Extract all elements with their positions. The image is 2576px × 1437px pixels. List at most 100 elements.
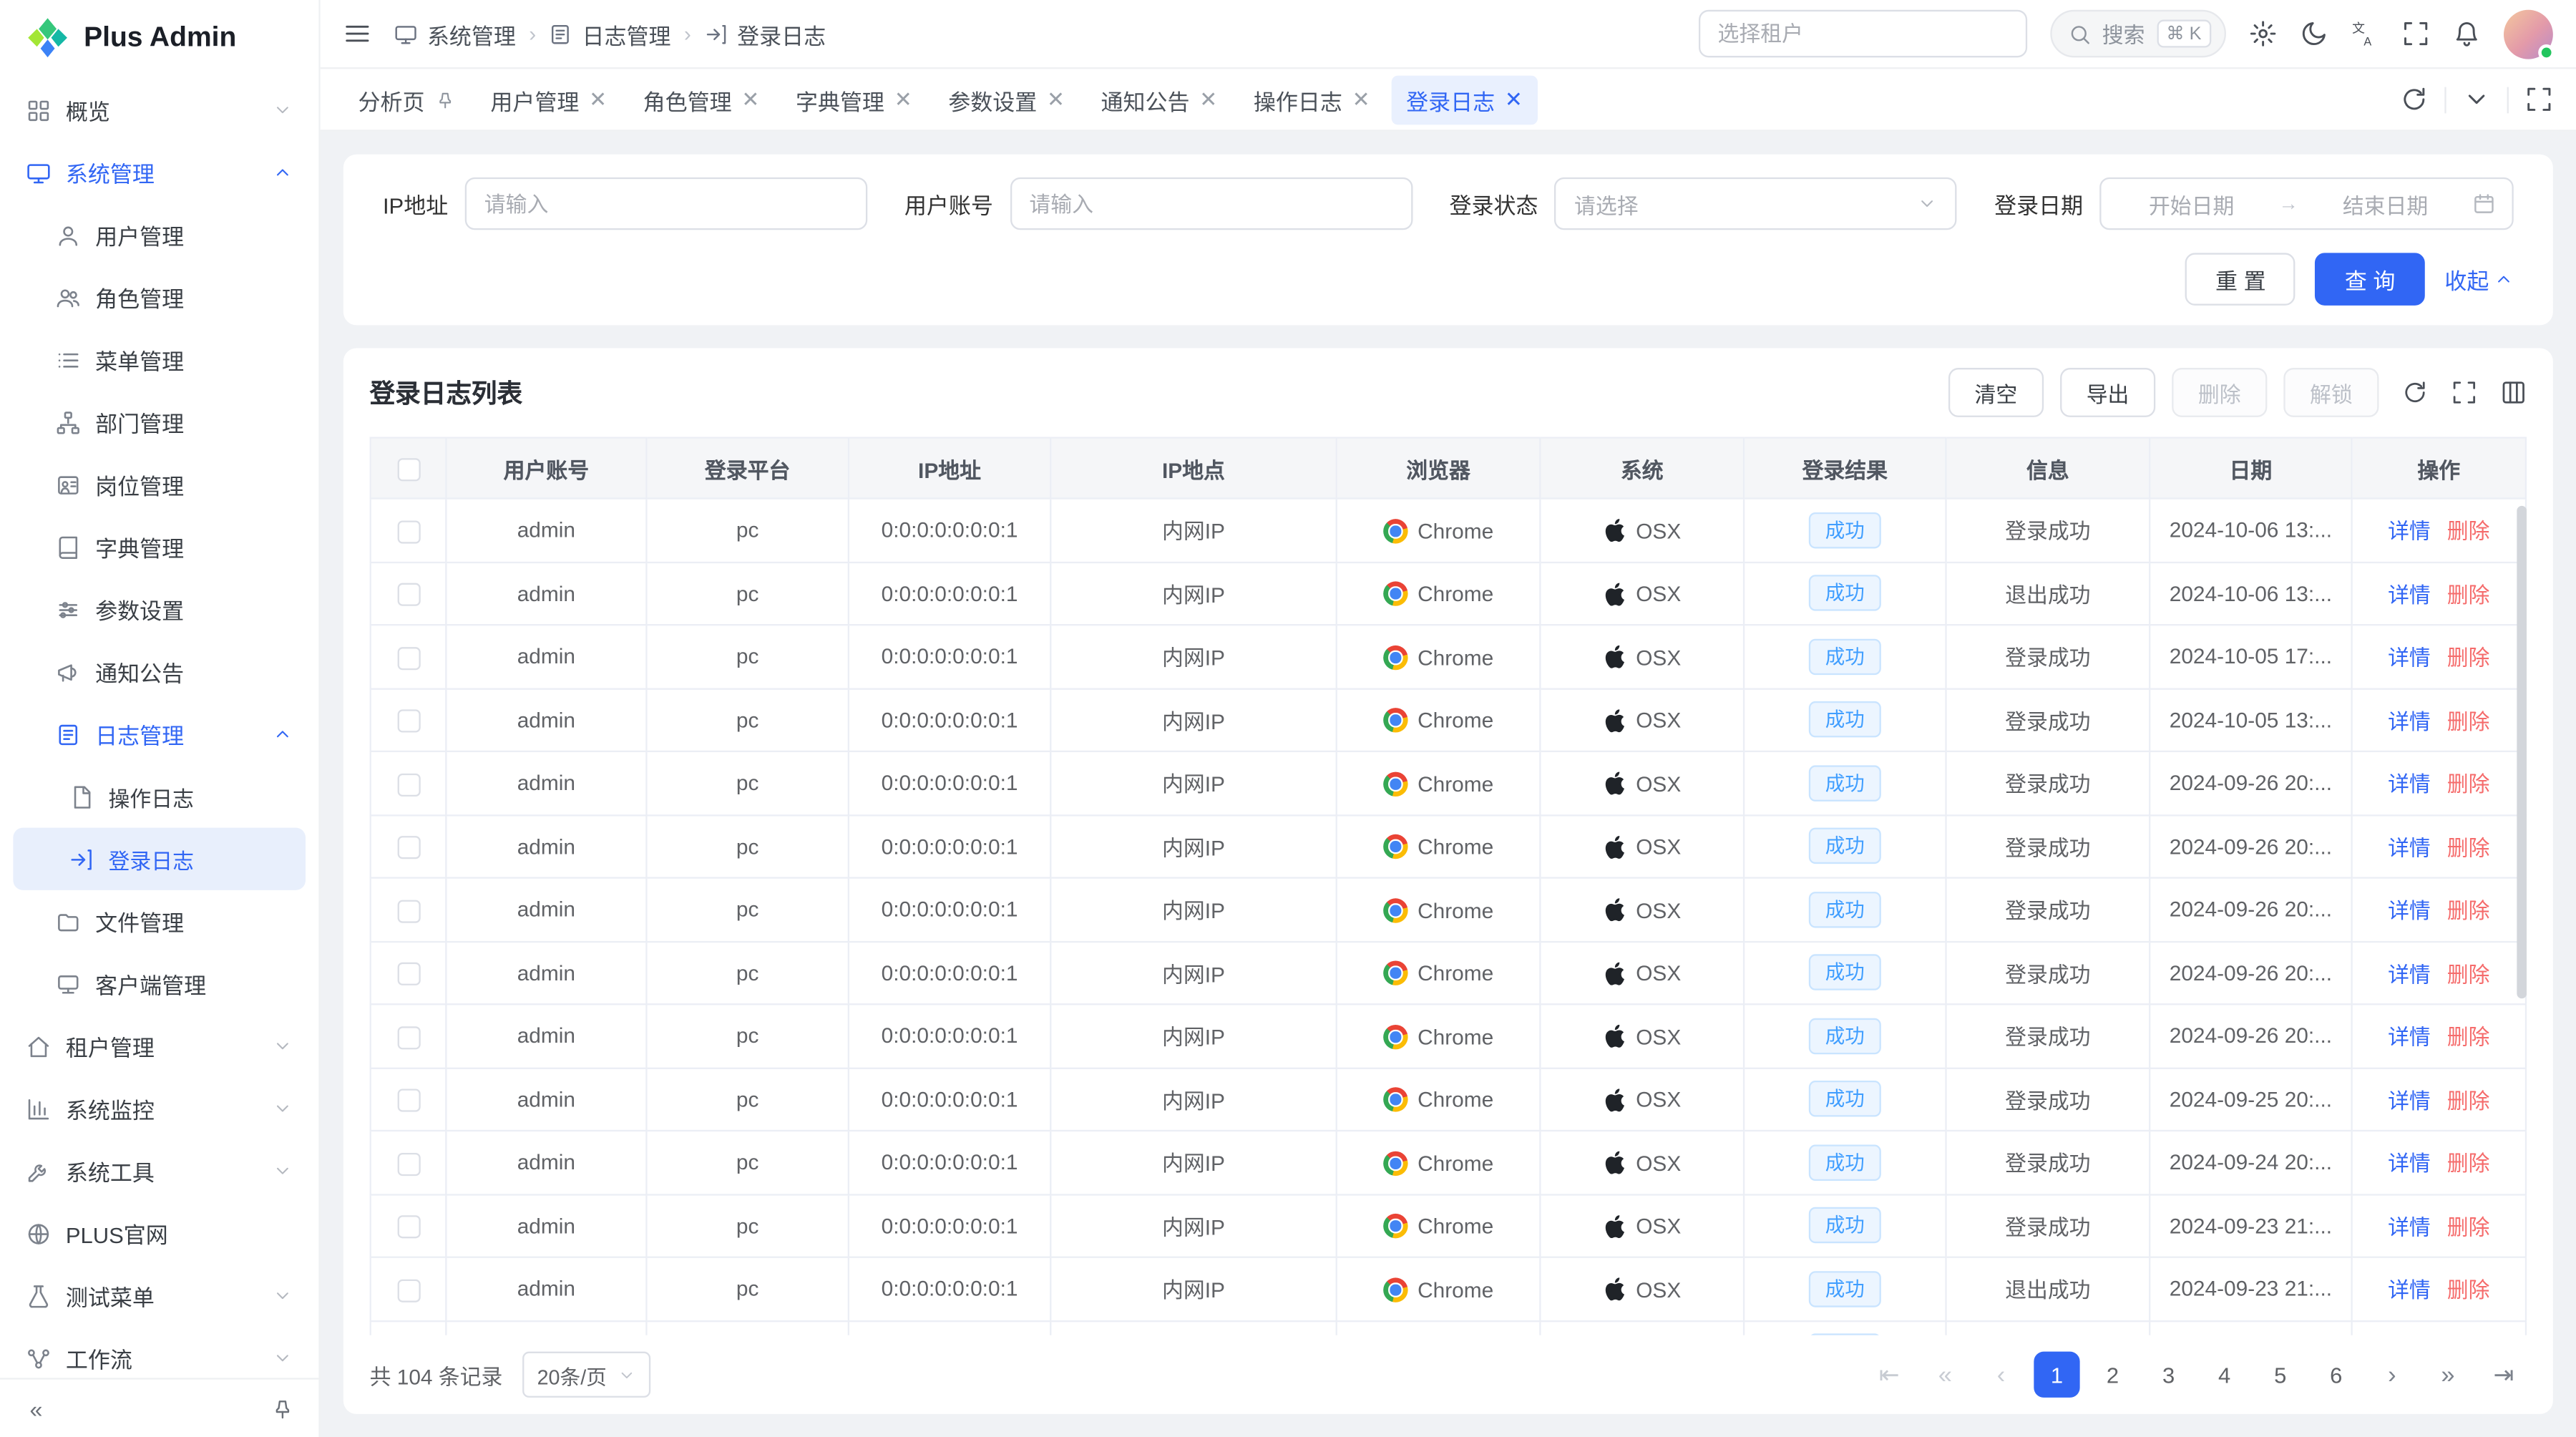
last-page-button[interactable]: ⇥: [2481, 1352, 2527, 1398]
row-checkbox[interactable]: [396, 773, 419, 796]
next-page-button[interactable]: ›: [2369, 1352, 2415, 1398]
close-tab-icon[interactable]: ✕: [1199, 89, 1217, 110]
settings-gear-icon[interactable]: [2249, 20, 2277, 48]
reset-button[interactable]: 重 置: [2186, 253, 2296, 305]
delete-link[interactable]: 删除: [2447, 1278, 2490, 1302]
sidebar-item-system[interactable]: 系统管理: [13, 141, 306, 203]
sidebar-item-notice[interactable]: 通知公告: [13, 640, 306, 703]
date-range-picker[interactable]: 开始日期 → 结束日期: [2099, 177, 2514, 230]
row-checkbox[interactable]: [396, 1215, 419, 1238]
collapse-sidebar-button[interactable]: «: [20, 1392, 53, 1425]
delete-link[interactable]: 删除: [2447, 709, 2490, 734]
row-checkbox[interactable]: [396, 1089, 419, 1112]
status-select[interactable]: 请选择: [1554, 177, 1956, 230]
query-button[interactable]: 查 询: [2315, 253, 2424, 305]
page-button-6[interactable]: 6: [2313, 1352, 2359, 1398]
row-checkbox[interactable]: [396, 646, 419, 669]
delete-link[interactable]: 删除: [2447, 1088, 2490, 1113]
row-checkbox[interactable]: [396, 1152, 419, 1175]
sidebar-item-role[interactable]: 角色管理: [13, 266, 306, 328]
detail-link[interactable]: 详情: [2388, 1151, 2431, 1176]
detail-link[interactable]: 详情: [2388, 520, 2431, 544]
global-search-button[interactable]: 搜索 ⌘ K: [2049, 10, 2226, 58]
vertical-scrollbar[interactable]: [2517, 506, 2527, 998]
sidebar-item-param[interactable]: 参数设置: [13, 578, 306, 640]
row-checkbox[interactable]: [396, 836, 419, 859]
content-fullscreen-icon[interactable]: [2525, 85, 2553, 113]
delete-link[interactable]: 删除: [2447, 836, 2490, 860]
sidebar-item-post[interactable]: 岗位管理: [13, 453, 306, 515]
delete-link[interactable]: 删除: [2447, 962, 2490, 986]
detail-link[interactable]: 详情: [2388, 1026, 2431, 1050]
detail-link[interactable]: 详情: [2388, 836, 2431, 860]
row-checkbox[interactable]: [396, 583, 419, 606]
delete-link[interactable]: 删除: [2447, 772, 2490, 797]
next-group-button[interactable]: »: [2425, 1352, 2471, 1398]
sidebar-item-client[interactable]: 客户端管理: [13, 953, 306, 1015]
sidebar-item-monitor[interactable]: 系统监控: [13, 1077, 306, 1139]
row-checkbox[interactable]: [396, 1279, 419, 1302]
export-button[interactable]: 导出: [2060, 368, 2155, 417]
sidebar-item-menu[interactable]: 菜单管理: [13, 328, 306, 391]
prev-group-button[interactable]: «: [1922, 1352, 1968, 1398]
sidebar-item-user[interactable]: 用户管理: [13, 204, 306, 266]
sidebar-item-tools[interactable]: 系统工具: [13, 1140, 306, 1202]
table-fullscreen-icon[interactable]: [2451, 379, 2478, 406]
column-settings-icon[interactable]: [2500, 379, 2527, 406]
clear-button[interactable]: 清空: [1948, 368, 2044, 417]
pin-sidebar-icon[interactable]: [266, 1392, 299, 1425]
sidebar-item-dept[interactable]: 部门管理: [13, 391, 306, 453]
detail-link[interactable]: 详情: [2388, 646, 2431, 670]
translate-icon[interactable]: 文A: [2351, 20, 2379, 48]
sidebar-item-dict[interactable]: 字典管理: [13, 516, 306, 578]
tab-操作日志[interactable]: 操作日志✕: [1239, 74, 1385, 124]
close-tab-icon[interactable]: ✕: [894, 89, 912, 110]
detail-link[interactable]: 详情: [2388, 1215, 2431, 1239]
delete-link[interactable]: 删除: [2447, 1215, 2490, 1239]
sidebar-item-loginlog[interactable]: 登录日志: [13, 828, 306, 890]
unlock-button[interactable]: 解锁: [2283, 368, 2379, 417]
sidebar-item-operlog[interactable]: 操作日志: [13, 765, 306, 827]
detail-link[interactable]: 详情: [2388, 583, 2431, 607]
delete-button[interactable]: 删除: [2172, 368, 2267, 417]
account-input[interactable]: [1010, 177, 1413, 230]
tab-角色管理[interactable]: 角色管理✕: [628, 74, 774, 124]
row-checkbox[interactable]: [396, 709, 419, 732]
hamburger-menu-icon[interactable]: [343, 20, 371, 48]
detail-link[interactable]: 详情: [2388, 1278, 2431, 1302]
sidebar-item-file[interactable]: 文件管理: [13, 890, 306, 953]
tab-分析页[interactable]: 分析页: [343, 74, 469, 124]
delete-link[interactable]: 删除: [2447, 646, 2490, 670]
fullscreen-icon[interactable]: [2402, 20, 2430, 48]
page-button-2[interactable]: 2: [2089, 1352, 2135, 1398]
close-tab-icon[interactable]: ✕: [1505, 89, 1523, 110]
page-button-3[interactable]: 3: [2145, 1352, 2191, 1398]
row-checkbox[interactable]: [396, 520, 419, 542]
sidebar-item-overview[interactable]: 概览: [13, 79, 306, 141]
close-tab-icon[interactable]: ✕: [589, 89, 607, 110]
tab-通知公告[interactable]: 通知公告✕: [1086, 74, 1232, 124]
close-tab-icon[interactable]: ✕: [741, 89, 759, 110]
tab-登录日志[interactable]: 登录日志✕: [1391, 74, 1537, 124]
row-checkbox[interactable]: [396, 963, 419, 985]
sidebar-item-plus[interactable]: PLUS官网: [13, 1202, 306, 1265]
detail-link[interactable]: 详情: [2388, 772, 2431, 797]
detail-link[interactable]: 详情: [2388, 1088, 2431, 1113]
tab-menu-chevron-down-icon[interactable]: [2463, 85, 2491, 113]
tab-字典管理[interactable]: 字典管理✕: [781, 74, 927, 124]
page-button-4[interactable]: 4: [2202, 1352, 2248, 1398]
detail-link[interactable]: 详情: [2388, 709, 2431, 734]
user-avatar[interactable]: [2504, 9, 2553, 59]
sidebar-item-tenant[interactable]: 租户管理: [13, 1015, 306, 1077]
notifications-bell-icon[interactable]: [2453, 20, 2481, 48]
close-tab-icon[interactable]: ✕: [1352, 89, 1370, 110]
page-button-1[interactable]: 1: [2034, 1352, 2079, 1398]
collapse-filters-link[interactable]: 收起: [2444, 263, 2513, 296]
detail-link[interactable]: 详情: [2388, 962, 2431, 986]
delete-link[interactable]: 删除: [2447, 583, 2490, 607]
prev-page-button[interactable]: ‹: [1978, 1352, 2024, 1398]
detail-link[interactable]: 详情: [2388, 899, 2431, 923]
select-all-checkbox[interactable]: [396, 458, 419, 481]
refresh-tab-icon[interactable]: [2400, 85, 2428, 113]
breadcrumb-item[interactable]: 日志管理: [550, 17, 671, 50]
